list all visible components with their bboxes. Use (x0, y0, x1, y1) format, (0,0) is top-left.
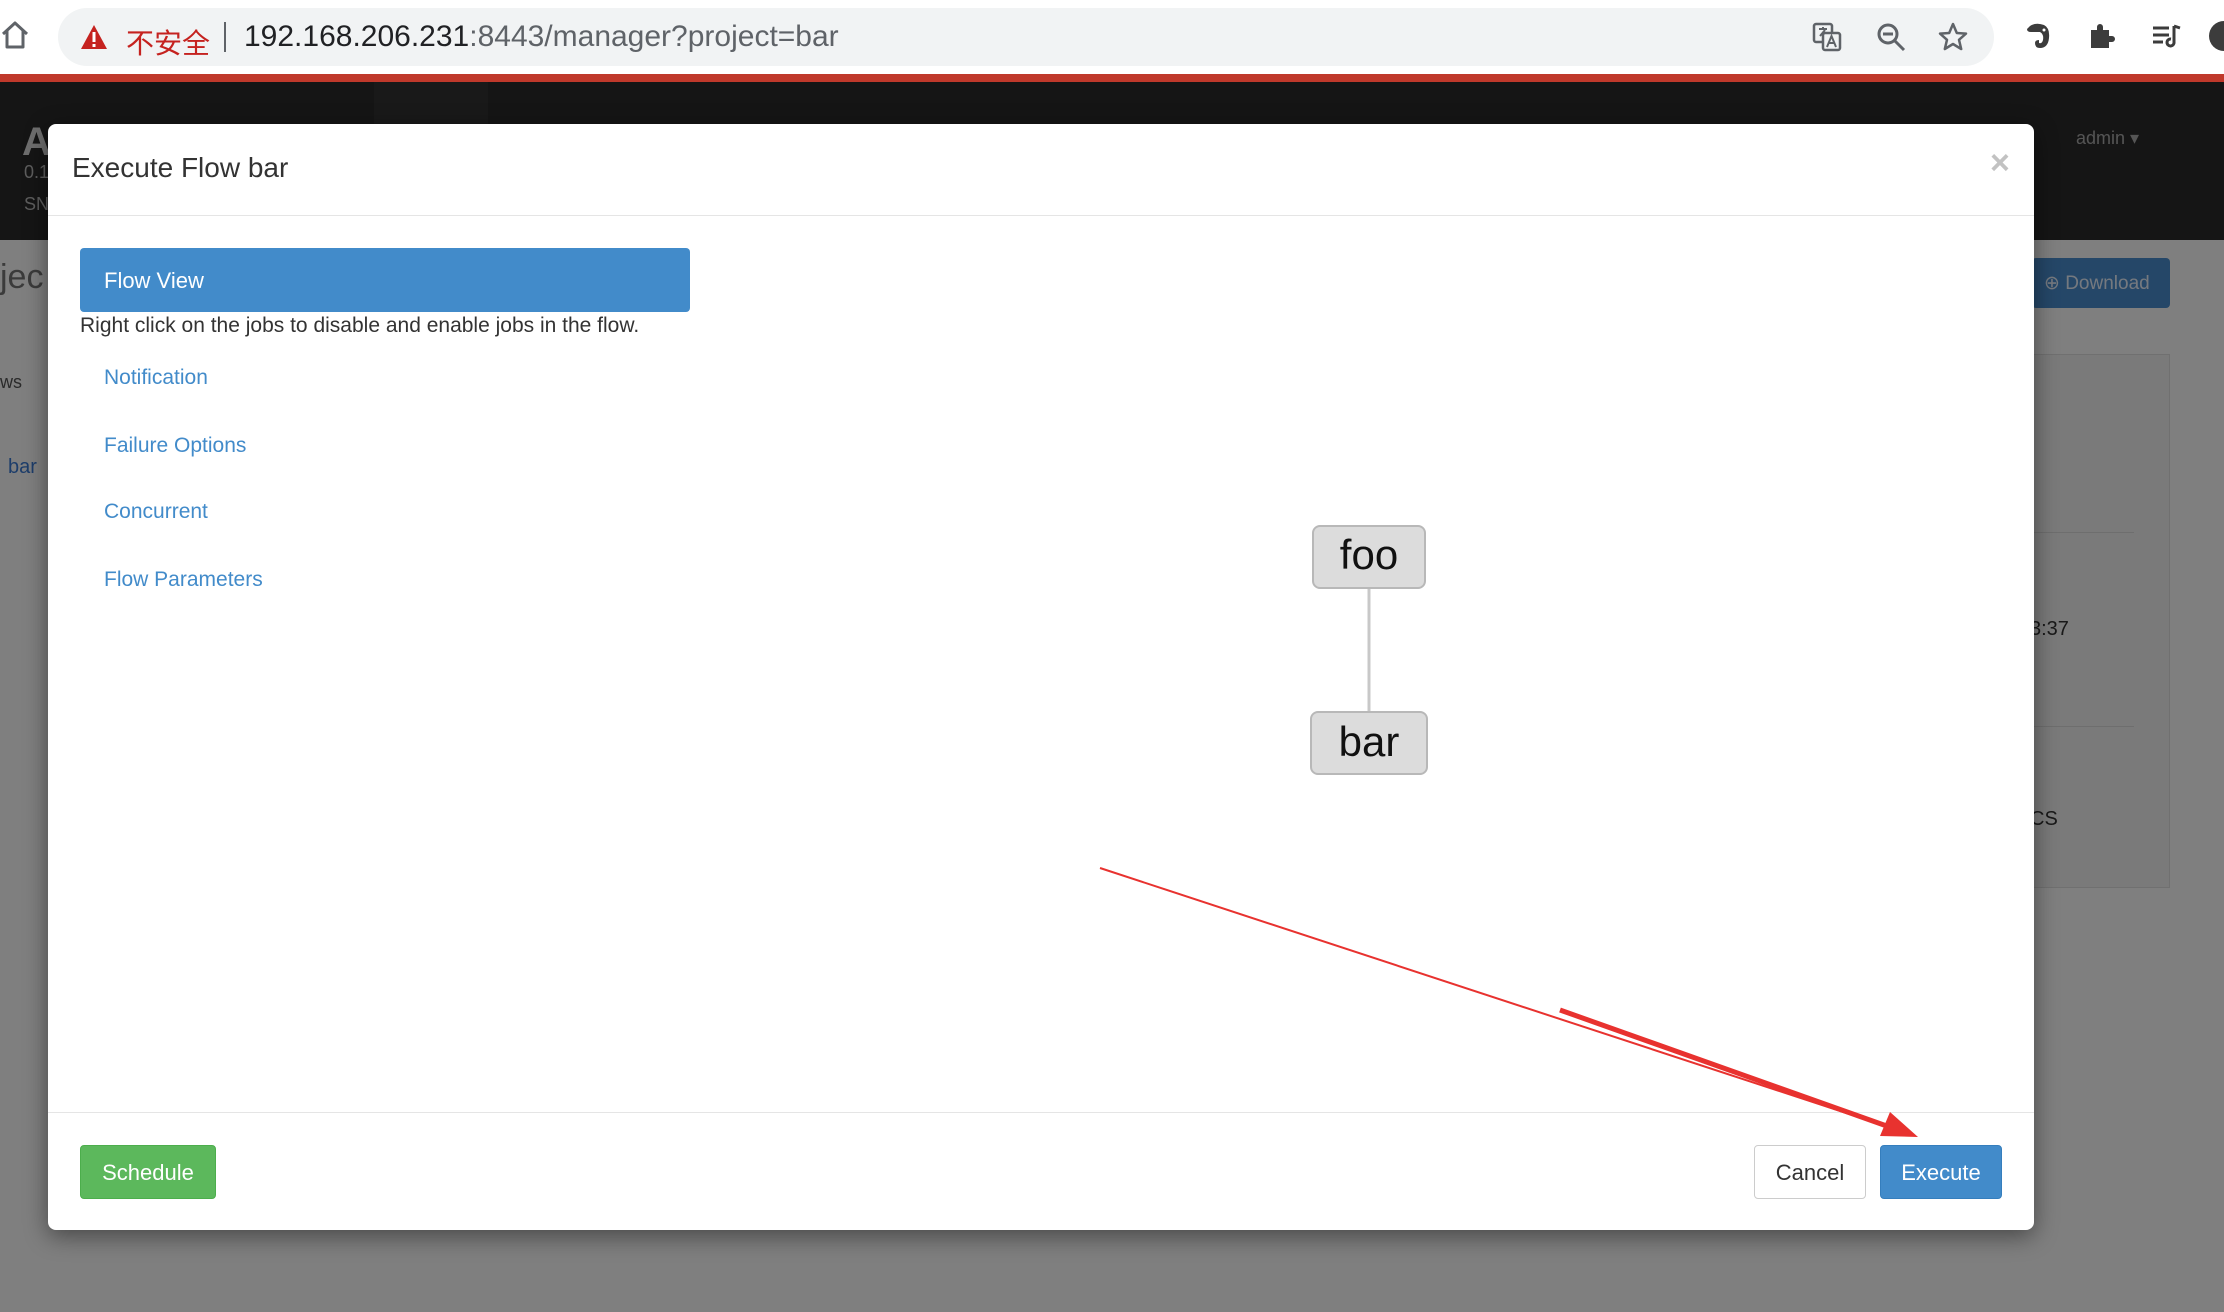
modal-footer: Schedule Cancel Execute (48, 1112, 2034, 1230)
execute-flow-modal: Execute Flow bar × Flow View Right click… (48, 124, 2034, 1230)
profile-avatar-icon[interactable] (2206, 20, 2224, 52)
extensions-puzzle-icon[interactable] (2086, 20, 2118, 52)
reading-list-icon[interactable] (2150, 20, 2182, 52)
flow-view-hint: Right click on the jobs to disable and e… (80, 314, 640, 337)
page-top-accent (0, 74, 2224, 82)
url-path: :8443/manager?project=bar (469, 20, 839, 53)
job-node-label: foo (1340, 531, 1398, 578)
nav-flow-parameters[interactable]: Flow Parameters (104, 568, 263, 592)
close-icon[interactable]: × (1990, 144, 2010, 183)
nav-concurrent[interactable]: Concurrent (104, 500, 208, 524)
execute-button[interactable]: Execute (1880, 1145, 2002, 1199)
browser-toolbar: 不安全 192.168.206.231:8443/manager?project… (0, 0, 2224, 74)
evernote-extension-icon[interactable] (2022, 20, 2054, 52)
address-bar[interactable]: 不安全 192.168.206.231:8443/manager?project… (58, 8, 1994, 66)
not-secure-label[interactable]: 不安全 (126, 22, 210, 62)
warning-icon[interactable] (80, 24, 108, 50)
schedule-button[interactable]: Schedule (80, 1145, 216, 1199)
nav-failure-options[interactable]: Failure Options (104, 434, 246, 458)
job-node-foo[interactable]: foo (1312, 525, 1426, 589)
modal-header: Execute Flow bar × (48, 124, 2034, 216)
zoom-out-icon[interactable] (1876, 22, 1906, 52)
url-text[interactable]: 192.168.206.231:8443/manager?project=bar (244, 20, 839, 54)
nav-notification[interactable]: Notification (104, 366, 208, 390)
home-icon[interactable] (0, 20, 30, 50)
nav-flow-view[interactable]: Flow View (80, 248, 690, 312)
translate-icon[interactable] (1812, 22, 1842, 52)
job-node-bar[interactable]: bar (1310, 711, 1428, 775)
cancel-button[interactable]: Cancel (1754, 1145, 1866, 1199)
modal-title: Execute Flow bar (72, 152, 289, 183)
job-node-label: bar (1339, 718, 1400, 765)
url-host: 192.168.206.231 (244, 20, 470, 53)
address-separator (224, 22, 226, 52)
bookmark-star-icon[interactable] (1938, 22, 1968, 52)
